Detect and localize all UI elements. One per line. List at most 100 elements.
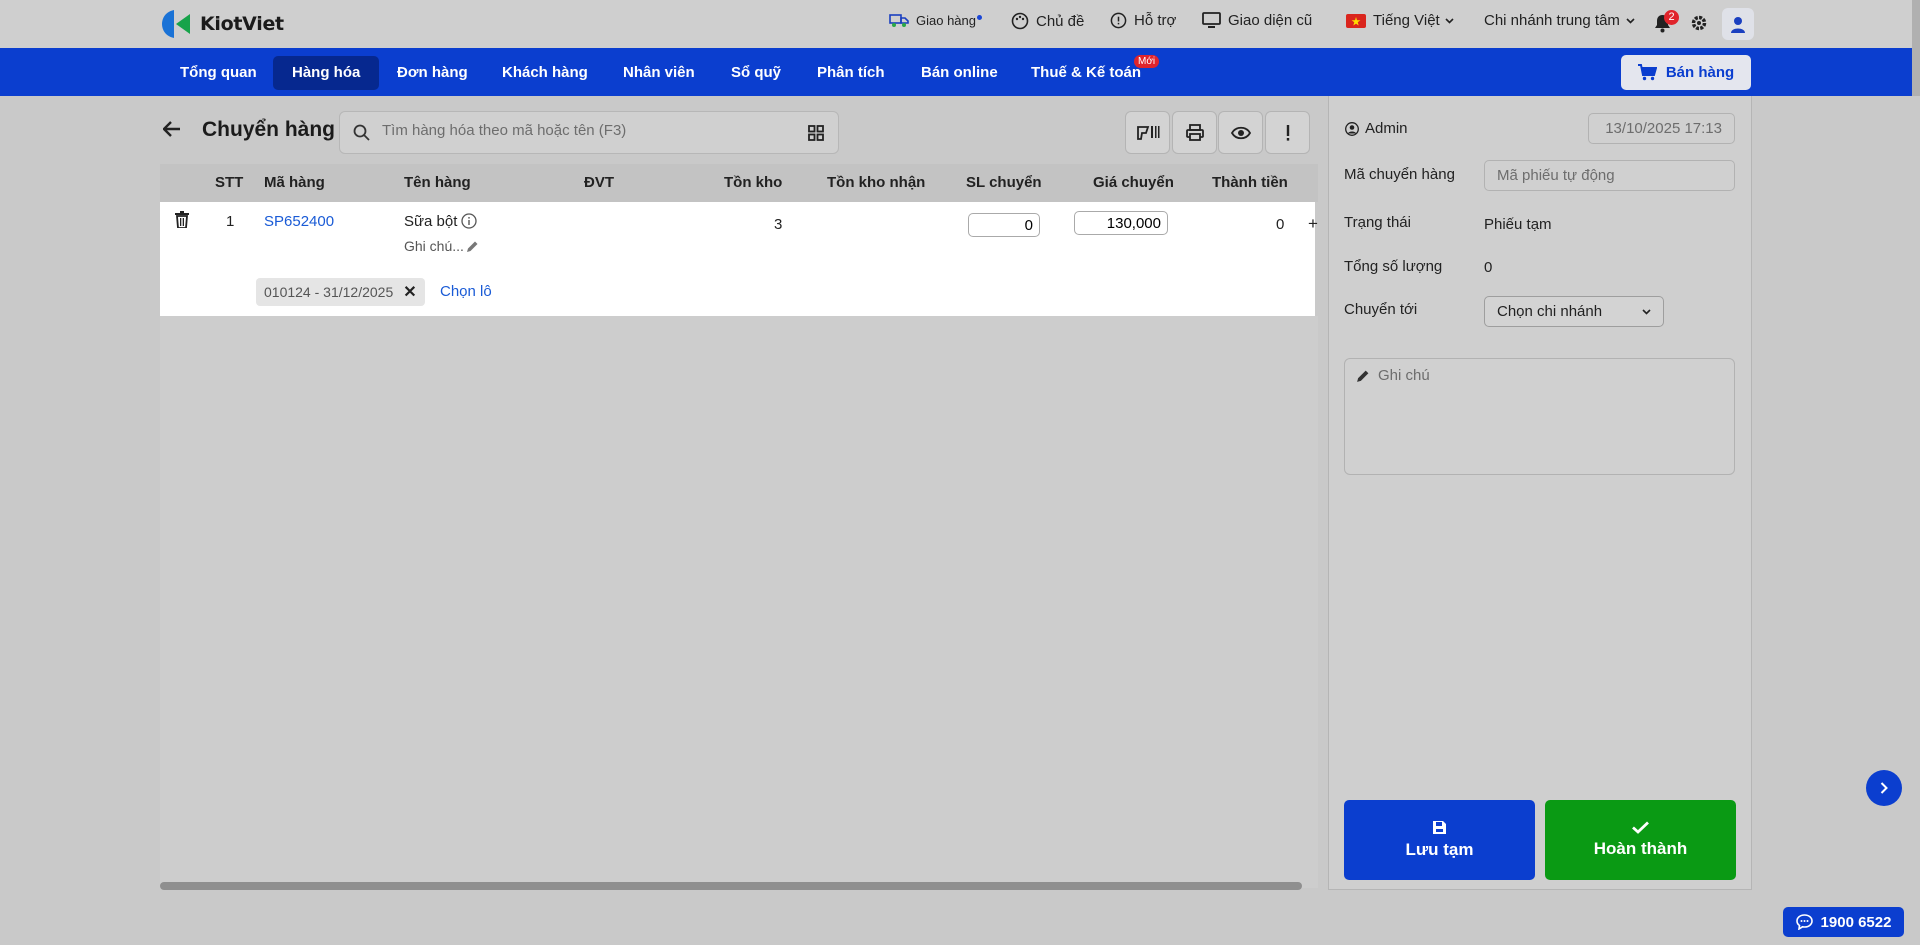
trash-icon[interactable] xyxy=(175,211,189,228)
table-row: 1 SP652400 Sữa bột Ghi chú... 3 0 + 0101… xyxy=(160,202,1318,316)
nav-item-cashbook[interactable]: Sổ quỹ xyxy=(712,56,800,90)
new-badge: Mới xyxy=(1134,55,1160,68)
delivery-truck-icon xyxy=(889,14,909,27)
kiotviet-logo-icon xyxy=(160,8,192,40)
arrow-left-icon xyxy=(162,121,180,137)
old-ui-label: Giao diện cũ xyxy=(1228,12,1313,29)
palette-icon xyxy=(1011,12,1029,30)
cart-icon xyxy=(1637,64,1657,81)
info-circle-icon[interactable] xyxy=(461,213,477,229)
save-draft-label: Lưu tạm xyxy=(1405,840,1474,859)
chat-bubble-icon xyxy=(1795,914,1813,930)
page-scrollbar[interactable] xyxy=(1912,0,1920,96)
grid-icon[interactable] xyxy=(808,125,824,141)
theme-link[interactable]: Chủ đề xyxy=(1011,12,1084,30)
total-qty-label: Tổng số lượng xyxy=(1344,258,1443,275)
pencil-icon[interactable] xyxy=(466,240,479,253)
transfer-to-value: Chọn chi nhánh xyxy=(1497,303,1603,320)
info-button[interactable] xyxy=(1265,111,1310,154)
row-transfer-qty-input[interactable] xyxy=(968,213,1040,237)
save-draft-button[interactable]: Lưu tạm xyxy=(1344,800,1535,880)
nav-item-staff[interactable]: Nhân viên xyxy=(604,56,714,90)
hotline-button[interactable]: 1900 6522 xyxy=(1783,907,1904,937)
exclamation-icon xyxy=(1286,124,1289,141)
notification-badge: 2 xyxy=(1664,10,1679,25)
sell-button-label: Bán hàng xyxy=(1665,64,1735,81)
branch-select[interactable]: Chi nhánh trung tâm xyxy=(1484,12,1642,29)
table-header: STT Mã hàng Tên hàng ĐVT Tồn kho Tồn kho… xyxy=(160,164,1318,202)
row-total: 0 xyxy=(1276,216,1285,233)
language-label: Tiếng Việt xyxy=(1373,12,1440,29)
add-column-icon[interactable]: + xyxy=(1308,214,1318,234)
column-header-code[interactable]: Mã hàng xyxy=(264,174,325,191)
nav-item-products[interactable]: Hàng hóa xyxy=(273,56,380,90)
chevron-down-icon xyxy=(1445,17,1454,24)
language-select[interactable]: Tiếng Việt xyxy=(1346,12,1461,29)
row-transfer-price-input[interactable] xyxy=(1074,211,1168,235)
status-value: Phiếu tạm xyxy=(1484,216,1552,233)
nav-item-analytics[interactable]: Phân tích xyxy=(798,56,904,90)
lot-chip: 010124 - 31/12/2025 ✕ xyxy=(256,278,425,306)
sell-button[interactable]: Bán hàng xyxy=(1621,55,1751,90)
remove-lot-icon[interactable]: ✕ xyxy=(403,282,416,302)
complete-button[interactable]: Hoàn thành xyxy=(1545,800,1736,880)
search-icon xyxy=(353,124,370,141)
row-stt: 1 xyxy=(226,213,235,230)
preview-button[interactable] xyxy=(1218,111,1263,154)
row-stock: 3 xyxy=(774,216,783,233)
column-header-stock: Tồn kho xyxy=(724,174,783,191)
support-chat-icon xyxy=(1110,12,1127,29)
transfer-info-panel: Admin 13/10/2025 17:13 Mã chuyển hàng Mã… xyxy=(1328,96,1752,890)
complete-label: Hoàn thành xyxy=(1593,839,1688,858)
column-header-transfer-qty: SL chuyển xyxy=(966,174,1042,191)
delivery-dot xyxy=(977,14,982,20)
user-name: Admin xyxy=(1365,120,1408,137)
row-note[interactable]: Ghi chú... xyxy=(404,238,464,254)
total-qty-value: 0 xyxy=(1484,259,1493,276)
chevron-right-icon xyxy=(1880,782,1888,794)
nav-item-orders[interactable]: Đơn hàng xyxy=(378,56,487,90)
column-header-unit: ĐVT xyxy=(584,174,614,191)
code-label: Mã chuyển hàng xyxy=(1344,166,1455,183)
printer-icon xyxy=(1185,124,1204,141)
notes-textarea[interactable] xyxy=(1378,367,1718,457)
expand-panel-button[interactable] xyxy=(1866,770,1902,806)
eye-icon xyxy=(1230,126,1251,139)
row-product-code[interactable]: SP652400 xyxy=(264,213,334,230)
settings-button[interactable] xyxy=(1690,14,1715,32)
top-bar: KiotViet Giao hàng Chủ đề Hỗ trợ Giao di… xyxy=(0,0,1920,48)
column-header-stock-receive: Tồn kho nhận xyxy=(827,174,926,191)
support-link[interactable]: Hỗ trợ xyxy=(1110,12,1176,29)
table-horizontal-scrollbar[interactable] xyxy=(160,882,1302,890)
logo[interactable]: KiotViet xyxy=(160,8,284,40)
nav-item-overview[interactable]: Tổng quan xyxy=(161,56,276,90)
barcode-scanner-icon xyxy=(1136,125,1159,140)
product-search xyxy=(339,111,839,154)
column-header-stt: STT xyxy=(215,174,244,191)
notification-button[interactable]: 2 xyxy=(1654,10,1679,33)
chevron-down-icon xyxy=(1642,308,1651,315)
logo-text: KiotViet xyxy=(200,13,284,35)
gear-icon xyxy=(1691,15,1707,31)
monitor-icon xyxy=(1202,12,1221,28)
datetime-field[interactable]: 13/10/2025 17:13 xyxy=(1588,113,1735,144)
choose-lot-link[interactable]: Chọn lô xyxy=(440,283,492,300)
lot-label: 010124 - 31/12/2025 xyxy=(264,284,394,300)
nav-item-online-sales[interactable]: Bán online xyxy=(902,56,1017,90)
search-input[interactable] xyxy=(382,122,782,139)
transfer-code-input[interactable]: Mã phiếu tự động xyxy=(1484,160,1735,191)
print-button[interactable] xyxy=(1172,111,1217,154)
nav-item-customers[interactable]: Khách hàng xyxy=(483,56,607,90)
transfer-to-select[interactable]: Chọn chi nhánh xyxy=(1484,296,1664,327)
row-product-name: Sữa bột xyxy=(404,213,458,230)
old-ui-link[interactable]: Giao diện cũ xyxy=(1202,12,1312,29)
delivery-link[interactable]: Giao hàng xyxy=(889,12,982,28)
column-header-name[interactable]: Tên hàng xyxy=(404,174,471,191)
back-button[interactable] xyxy=(162,121,181,141)
user-avatar-button[interactable] xyxy=(1722,8,1754,40)
floppy-disk-icon xyxy=(1433,821,1446,834)
user-icon xyxy=(1731,16,1745,33)
delivery-label: Giao hàng xyxy=(916,13,982,28)
barcode-scan-button[interactable] xyxy=(1125,111,1170,154)
theme-label: Chủ đề xyxy=(1036,12,1085,30)
